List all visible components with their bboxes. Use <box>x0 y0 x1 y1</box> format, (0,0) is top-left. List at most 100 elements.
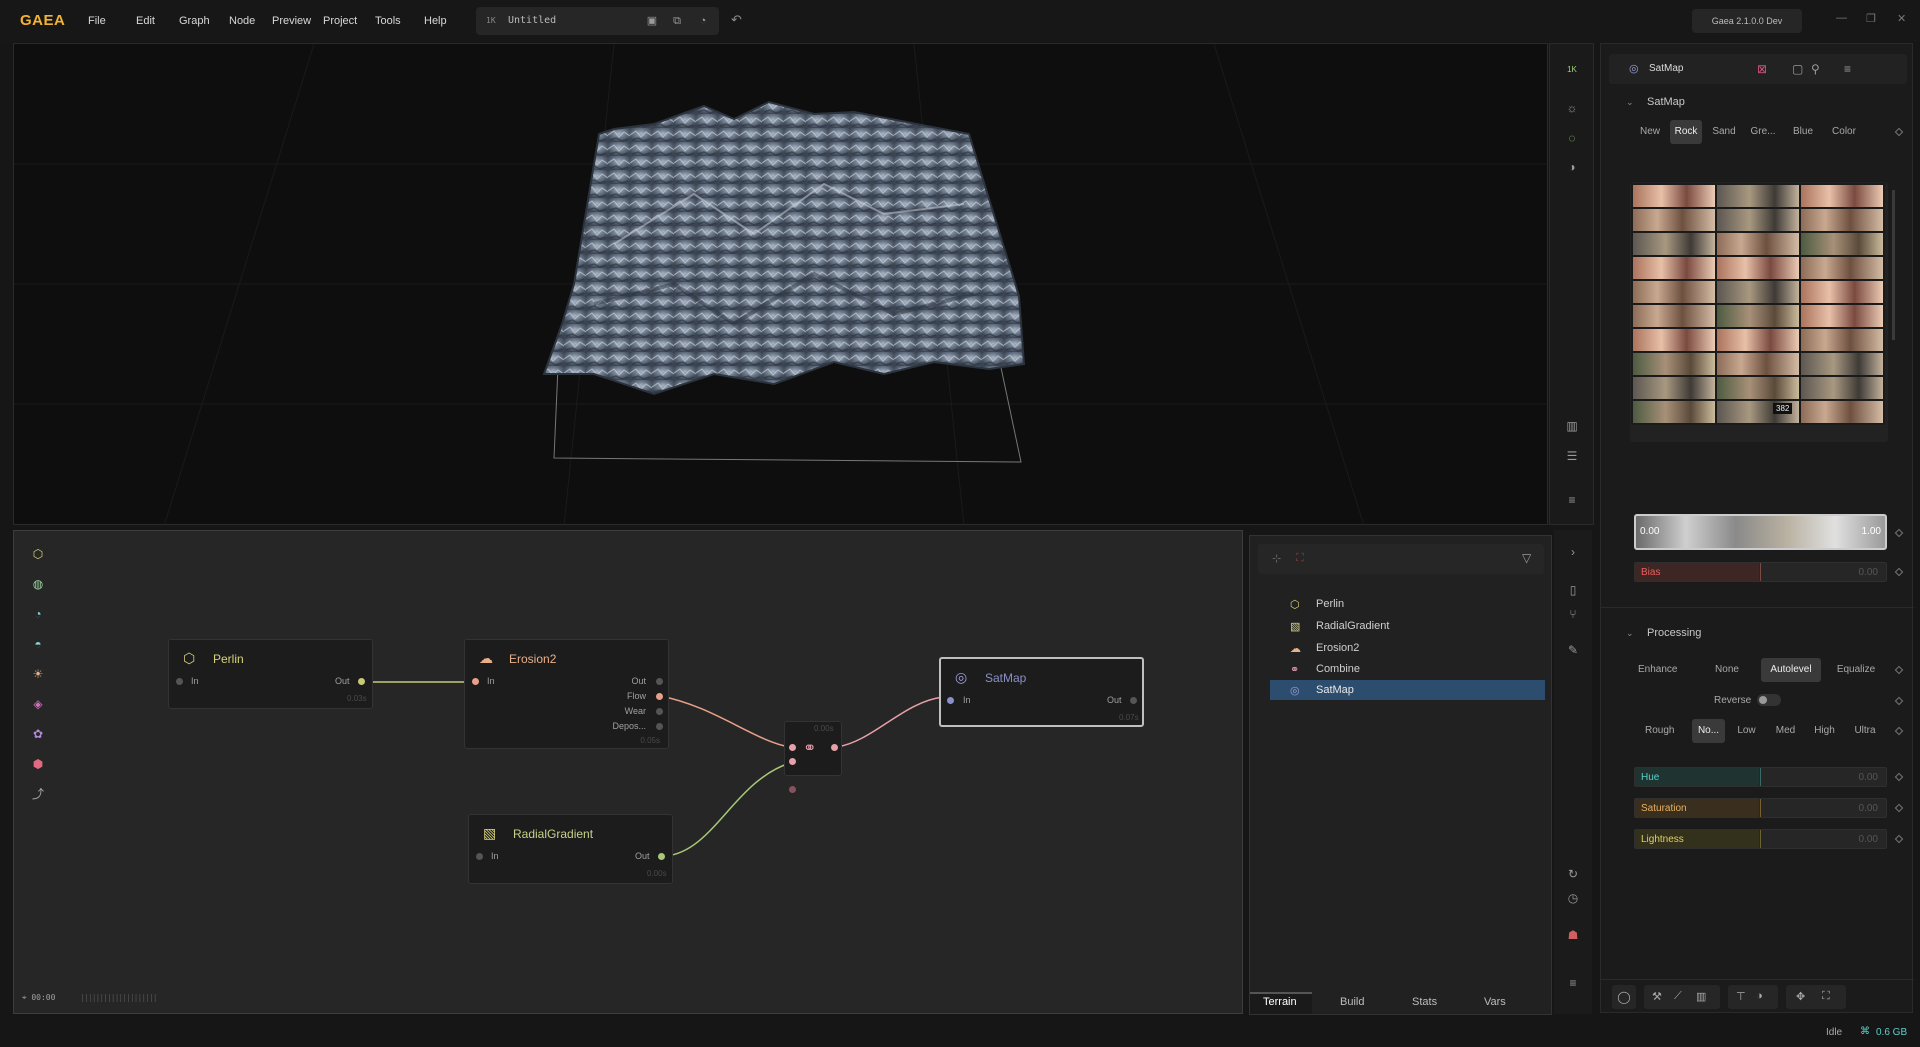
library-scrollbar[interactable] <box>1892 190 1895 340</box>
lib-tab-color[interactable]: Color <box>1826 120 1862 144</box>
tab-vars[interactable]: Vars <box>1484 996 1506 1008</box>
lightness-value[interactable]: 0.00 <box>1859 834 1878 845</box>
3d-viewport[interactable] <box>13 43 1548 525</box>
saturation-slider[interactable]: Saturation 0.00 <box>1634 798 1887 818</box>
out-port[interactable] <box>656 678 663 685</box>
tab-build[interactable]: Build <box>1340 996 1364 1008</box>
lightness-slider[interactable]: Lightness 0.00 <box>1634 829 1887 849</box>
bias-value[interactable]: 0.00 <box>1859 567 1878 578</box>
colormap-range[interactable]: 0.00 1.00 <box>1634 514 1887 550</box>
contrast-icon[interactable]: ◑ <box>1564 159 1580 175</box>
menu-project[interactable]: Project <box>323 15 357 27</box>
brush-icon[interactable]: ✎ <box>1566 643 1580 657</box>
layer-item-selected[interactable]: ◎ SatMap <box>1270 680 1545 700</box>
menu-tools[interactable]: Tools <box>375 15 401 27</box>
rough-med[interactable]: Med <box>1769 719 1802 743</box>
out-port[interactable] <box>831 744 838 751</box>
enhance-equalize[interactable]: Equalize <box>1825 658 1887 682</box>
pin-icon[interactable]: ⚲ <box>1811 62 1820 76</box>
wrench-icon[interactable]: ⚒ <box>1652 990 1662 1003</box>
enhance-autolevel[interactable]: Autolevel <box>1761 658 1821 682</box>
saturation-value[interactable]: 0.00 <box>1859 803 1878 814</box>
chevron-right-icon[interactable]: › <box>1566 545 1580 559</box>
sun-icon[interactable]: ☼ <box>1564 100 1580 116</box>
node-erosion[interactable]: ☁ Erosion2 In Out Flow Wear Depos... 0.0… <box>464 639 669 749</box>
tab-stats[interactable]: Stats <box>1412 996 1437 1008</box>
layer-item[interactable]: ▧ RadialGradient <box>1270 616 1545 636</box>
keyframe-icon[interactable] <box>1894 772 1904 782</box>
lib-tab-new[interactable]: New <box>1634 120 1666 144</box>
search-icon[interactable]: ◯ <box>1612 985 1636 1009</box>
timeline-track[interactable]: |||||||||||||||||||| <box>80 993 157 1002</box>
lib-tab-rock[interactable]: Rock <box>1670 120 1702 144</box>
branch-icon[interactable]: ⑂ <box>1566 607 1580 621</box>
node-radialgradient[interactable]: ▧ RadialGradient In Out 0.00s <box>468 814 673 884</box>
keyframe-icon[interactable] <box>1894 127 1904 137</box>
hue-slider[interactable]: Hue 0.00 <box>1634 767 1887 787</box>
section-processing[interactable]: Processing <box>1647 627 1701 639</box>
chevron-down-icon[interactable]: ⌄ <box>1626 628 1634 639</box>
rough-ultra[interactable]: Ultra <box>1847 719 1883 743</box>
menu-icon[interactable]: ≡ <box>1566 976 1580 990</box>
input-a-port[interactable] <box>789 744 796 751</box>
in-port[interactable] <box>176 678 183 685</box>
out-port[interactable] <box>1130 697 1137 704</box>
in-port[interactable] <box>472 678 479 685</box>
focus-icon[interactable]: ✥ <box>1796 990 1805 1003</box>
menu-node[interactable]: Node <box>229 15 255 27</box>
section-satmap[interactable]: SatMap <box>1647 96 1685 108</box>
lib-tab-blue[interactable]: Blue <box>1785 120 1821 144</box>
minimize-icon[interactable]: — <box>1836 12 1847 24</box>
rough-high[interactable]: High <box>1808 719 1841 743</box>
in-port[interactable] <box>476 853 483 860</box>
keyframe-icon[interactable] <box>1894 726 1904 736</box>
bias-slider[interactable]: Bias 0.00 <box>1634 562 1887 582</box>
preview-icon[interactable]: ▢ <box>1792 62 1803 76</box>
file-name[interactable]: Untitled <box>508 15 556 26</box>
panel-icon[interactable]: ▥ <box>1564 418 1580 434</box>
frame-icon[interactable]: ⛶ <box>1296 552 1304 565</box>
chevron-down-icon[interactable]: ⌄ <box>1626 97 1634 108</box>
menu-icon[interactable]: ≡ <box>1844 62 1851 76</box>
columns-icon[interactable]: ▥ <box>1696 990 1706 1003</box>
menu-file[interactable]: File <box>88 15 106 27</box>
bookmark-node-icon[interactable]: ⊠ <box>1757 62 1767 76</box>
node-perlin[interactable]: ⬡ Perlin In Out 0.03s <box>168 639 373 709</box>
wear-port[interactable] <box>656 708 663 715</box>
rough-low[interactable]: Low <box>1730 719 1763 743</box>
node-graph[interactable]: ⬡ ◍ ◔ ◓ ☀ ◈ ✿ ⬢ ⤴ ⬡ Perlin In Out 0.03s … <box>13 530 1243 1014</box>
focus-icon[interactable]: ⊹ <box>1272 552 1281 565</box>
colormap-library[interactable]: 382 <box>1630 182 1888 442</box>
keyframe-icon[interactable] <box>1894 803 1904 813</box>
hue-value[interactable]: 0.00 <box>1859 772 1878 783</box>
maximize-icon[interactable]: ❐ <box>1866 12 1876 25</box>
menu-help[interactable]: Help <box>424 15 447 27</box>
save-icon[interactable]: ▣ <box>645 14 659 28</box>
range-max[interactable]: 1.00 <box>1862 526 1881 537</box>
layer-item[interactable]: ⬡ Perlin <box>1270 594 1545 614</box>
out-port[interactable] <box>658 853 665 860</box>
rough-none[interactable]: No... <box>1692 719 1725 743</box>
resolution-badge[interactable]: 1K <box>1564 62 1580 78</box>
fullscreen-icon[interactable]: ⛶ <box>1822 990 1830 1003</box>
mask-port[interactable] <box>789 786 796 793</box>
history-icon[interactable]: ◔ <box>696 14 710 28</box>
lib-tab-sand[interactable]: Sand <box>1706 120 1742 144</box>
undo-icon[interactable]: ↶ <box>731 12 742 28</box>
swatch-grid[interactable] <box>1630 182 1888 442</box>
bake-icon[interactable]: ☗ <box>1566 928 1580 942</box>
in-port[interactable] <box>947 697 954 704</box>
menu-preview[interactable]: Preview <box>272 15 311 27</box>
node-satmap[interactable]: ◎ SatMap In Out 0.07s <box>939 657 1144 727</box>
range-min[interactable]: 0.00 <box>1640 526 1659 537</box>
layer-item[interactable]: ⚭ Combine <box>1270 659 1545 679</box>
enhance-none[interactable]: None <box>1697 658 1757 682</box>
deposits-port[interactable] <box>656 723 663 730</box>
keyframe-icon[interactable] <box>1894 567 1904 577</box>
filter-icon[interactable]: ▽ <box>1522 551 1531 565</box>
sort-icon[interactable]: ⊤ <box>1736 990 1746 1003</box>
lib-tab-green[interactable]: Gre... <box>1745 120 1781 144</box>
keyframe-icon[interactable] <box>1894 834 1904 844</box>
tab-terrain[interactable]: Terrain <box>1263 996 1297 1008</box>
input-b-port[interactable] <box>789 758 796 765</box>
